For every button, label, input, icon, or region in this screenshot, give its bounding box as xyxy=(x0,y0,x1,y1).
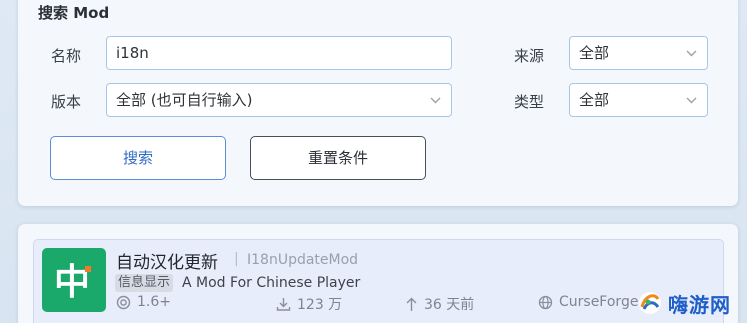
mod-title: 自动汉化更新 xyxy=(116,253,218,273)
source-select[interactable]: 全部 xyxy=(569,36,708,70)
mod-version-text: 1.6+ xyxy=(137,294,171,310)
watermark-logo-icon xyxy=(639,292,661,314)
mod-slug: I18nUpdateMod xyxy=(247,252,359,268)
svg-text:中: 中 xyxy=(54,262,90,302)
reset-button[interactable]: 重置条件 xyxy=(250,136,426,180)
page: 搜索 Mod 名称 i18n 来源 全部 版本 全部 (也可自行输入) 类型 全… xyxy=(0,0,747,323)
mod-logo: 中 xyxy=(42,248,106,312)
name-label: 名称 xyxy=(51,47,82,65)
source-select-value: 全部 xyxy=(579,44,610,62)
mod-downloads-text: 123 万 xyxy=(297,297,343,313)
mod-tag: 信息显示 xyxy=(115,274,174,292)
chevron-down-icon xyxy=(429,84,441,116)
mod-logo-glyph-icon: 中 xyxy=(54,262,91,302)
source-label: 来源 xyxy=(514,47,545,65)
mod-version-stat: 1.6+ xyxy=(116,294,171,310)
mod-platform-stat: CurseForge xyxy=(538,294,638,310)
target-icon xyxy=(116,295,131,309)
chevron-down-icon xyxy=(685,37,697,69)
arrow-up-icon xyxy=(406,297,417,311)
globe-icon xyxy=(538,295,553,309)
watermark-text: 嗨游网 xyxy=(668,292,731,317)
mod-description: A Mod For Chinese Player xyxy=(182,275,361,291)
search-panel-title: 搜索 Mod xyxy=(38,4,110,22)
mod-downloads-stat: 123 万 xyxy=(276,294,342,314)
version-combobox-value: 全部 (也可自行输入) xyxy=(116,91,253,109)
download-icon xyxy=(276,297,291,311)
name-input[interactable]: i18n xyxy=(106,36,452,70)
version-combobox[interactable]: 全部 (也可自行输入) xyxy=(106,83,452,117)
mod-updated-stat: 36 天前 xyxy=(405,294,474,314)
mod-updated-text: 36 天前 xyxy=(424,297,475,313)
title-separator: | xyxy=(234,251,239,267)
version-label: 版本 xyxy=(51,93,82,111)
search-button[interactable]: 搜索 xyxy=(50,136,226,180)
type-select[interactable]: 全部 xyxy=(569,83,708,117)
type-label: 类型 xyxy=(514,93,545,111)
type-select-value: 全部 xyxy=(579,91,610,109)
watermark: 嗨游网 xyxy=(636,283,747,323)
name-input-value: i18n xyxy=(116,44,149,62)
mod-platform-text: CurseForge xyxy=(559,294,639,310)
chevron-down-icon xyxy=(685,84,697,116)
